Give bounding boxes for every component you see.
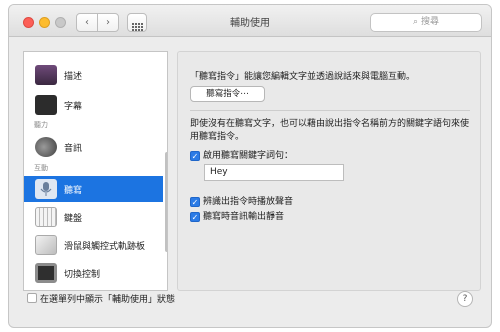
trackpad-icon: [35, 235, 57, 255]
show-in-menubar-checkbox[interactable]: [27, 293, 37, 303]
show-in-menubar-label: 在選單列中顯示「輔助使用」狀態: [40, 295, 176, 305]
captions-icon: [35, 95, 57, 115]
search-placeholder: 搜尋: [420, 17, 439, 27]
keyword-description: 即使沒有在聽寫文字，也可以藉由說出指令名稱前方的關鍵字語句來使用聽寫指令。: [190, 119, 470, 142]
sidebar-item-label: 字幕: [64, 102, 83, 112]
switch-control-icon: [35, 263, 57, 283]
play-sound-row[interactable]: ✓ 辨識出指令時播放聲音: [190, 194, 293, 207]
preferences-window: ‹ › 輔助使用 ⌕ 搜尋 描述 字幕 聽力 音訊 互動 聽寫 鍵盤 滑鼠與觸控…: [8, 4, 492, 328]
sidebar-item-keyboard[interactable]: 鍵盤: [24, 204, 163, 230]
keyboard-icon: [35, 207, 57, 227]
category-hearing: 聽力: [34, 121, 48, 129]
search-field[interactable]: ⌕ 搜尋: [370, 13, 482, 32]
dictation-commands-button[interactable]: 聽寫指令⋯: [190, 86, 265, 102]
sidebar-item-label: 鍵盤: [64, 214, 83, 224]
titlebar: ‹ › 輔助使用 ⌕ 搜尋: [9, 5, 491, 37]
play-sound-label: 辨識出指令時播放聲音: [203, 197, 294, 207]
sidebar-item-switch-control[interactable]: 切換控制: [24, 260, 163, 286]
sidebar-item-label: 切換控制: [64, 270, 101, 280]
question-icon: ?: [462, 294, 468, 304]
help-button[interactable]: ?: [457, 291, 473, 307]
speaker-icon: [35, 137, 57, 157]
magnifier-icon: ⌕: [413, 17, 419, 27]
dictation-description: 「聽寫指令」能讓您編輯文字並透過說話來與電腦互動。: [190, 72, 416, 82]
mute-audio-checkbox[interactable]: ✓: [190, 212, 200, 222]
sidebar-item-dictation[interactable]: 聽寫: [24, 176, 163, 202]
sidebar-item-audio[interactable]: 音訊: [24, 134, 163, 160]
category-interaction: 互動: [34, 164, 48, 172]
sidebar-item-label: 聽寫: [64, 186, 83, 196]
play-sound-checkbox[interactable]: ✓: [190, 197, 200, 207]
show-in-menubar-row[interactable]: 在選單列中顯示「輔助使用」狀態: [27, 292, 175, 305]
sidebar-item-label: 音訊: [64, 144, 83, 154]
keyword-input[interactable]: Hey: [204, 164, 344, 181]
enable-keyword-label: 啟用聽寫關鍵字詞句：: [203, 151, 294, 161]
descriptions-icon: [35, 65, 57, 85]
dictation-panel: 「聽寫指令」能讓您編輯文字並透過說話來與電腦互動。 聽寫指令⋯ 即使沒有在聽寫文…: [177, 51, 481, 291]
sidebar-list[interactable]: 描述 字幕 聽力 音訊 互動 聽寫 鍵盤 滑鼠與觸控式軌跡板 切換控制: [23, 51, 168, 291]
sidebar-item-mouse-trackpad[interactable]: 滑鼠與觸控式軌跡板: [24, 232, 163, 258]
mute-audio-row[interactable]: ✓ 聽寫時音訊輸出靜音: [190, 209, 284, 222]
microphone-icon: [35, 179, 57, 199]
enable-keyword-checkbox[interactable]: ✓: [190, 151, 200, 161]
enable-keyword-row[interactable]: ✓ 啟用聽寫關鍵字詞句：: [190, 148, 293, 161]
sidebar-item-label: 滑鼠與觸控式軌跡板: [64, 242, 146, 252]
sidebar-scrollbar[interactable]: [165, 152, 167, 252]
sidebar-item-captions[interactable]: 字幕: [24, 92, 163, 118]
divider: [190, 110, 470, 111]
sidebar-item-label: 描述: [64, 72, 83, 82]
mute-audio-label: 聽寫時音訊輸出靜音: [203, 212, 285, 222]
sidebar-item-descriptions[interactable]: 描述: [24, 62, 163, 88]
